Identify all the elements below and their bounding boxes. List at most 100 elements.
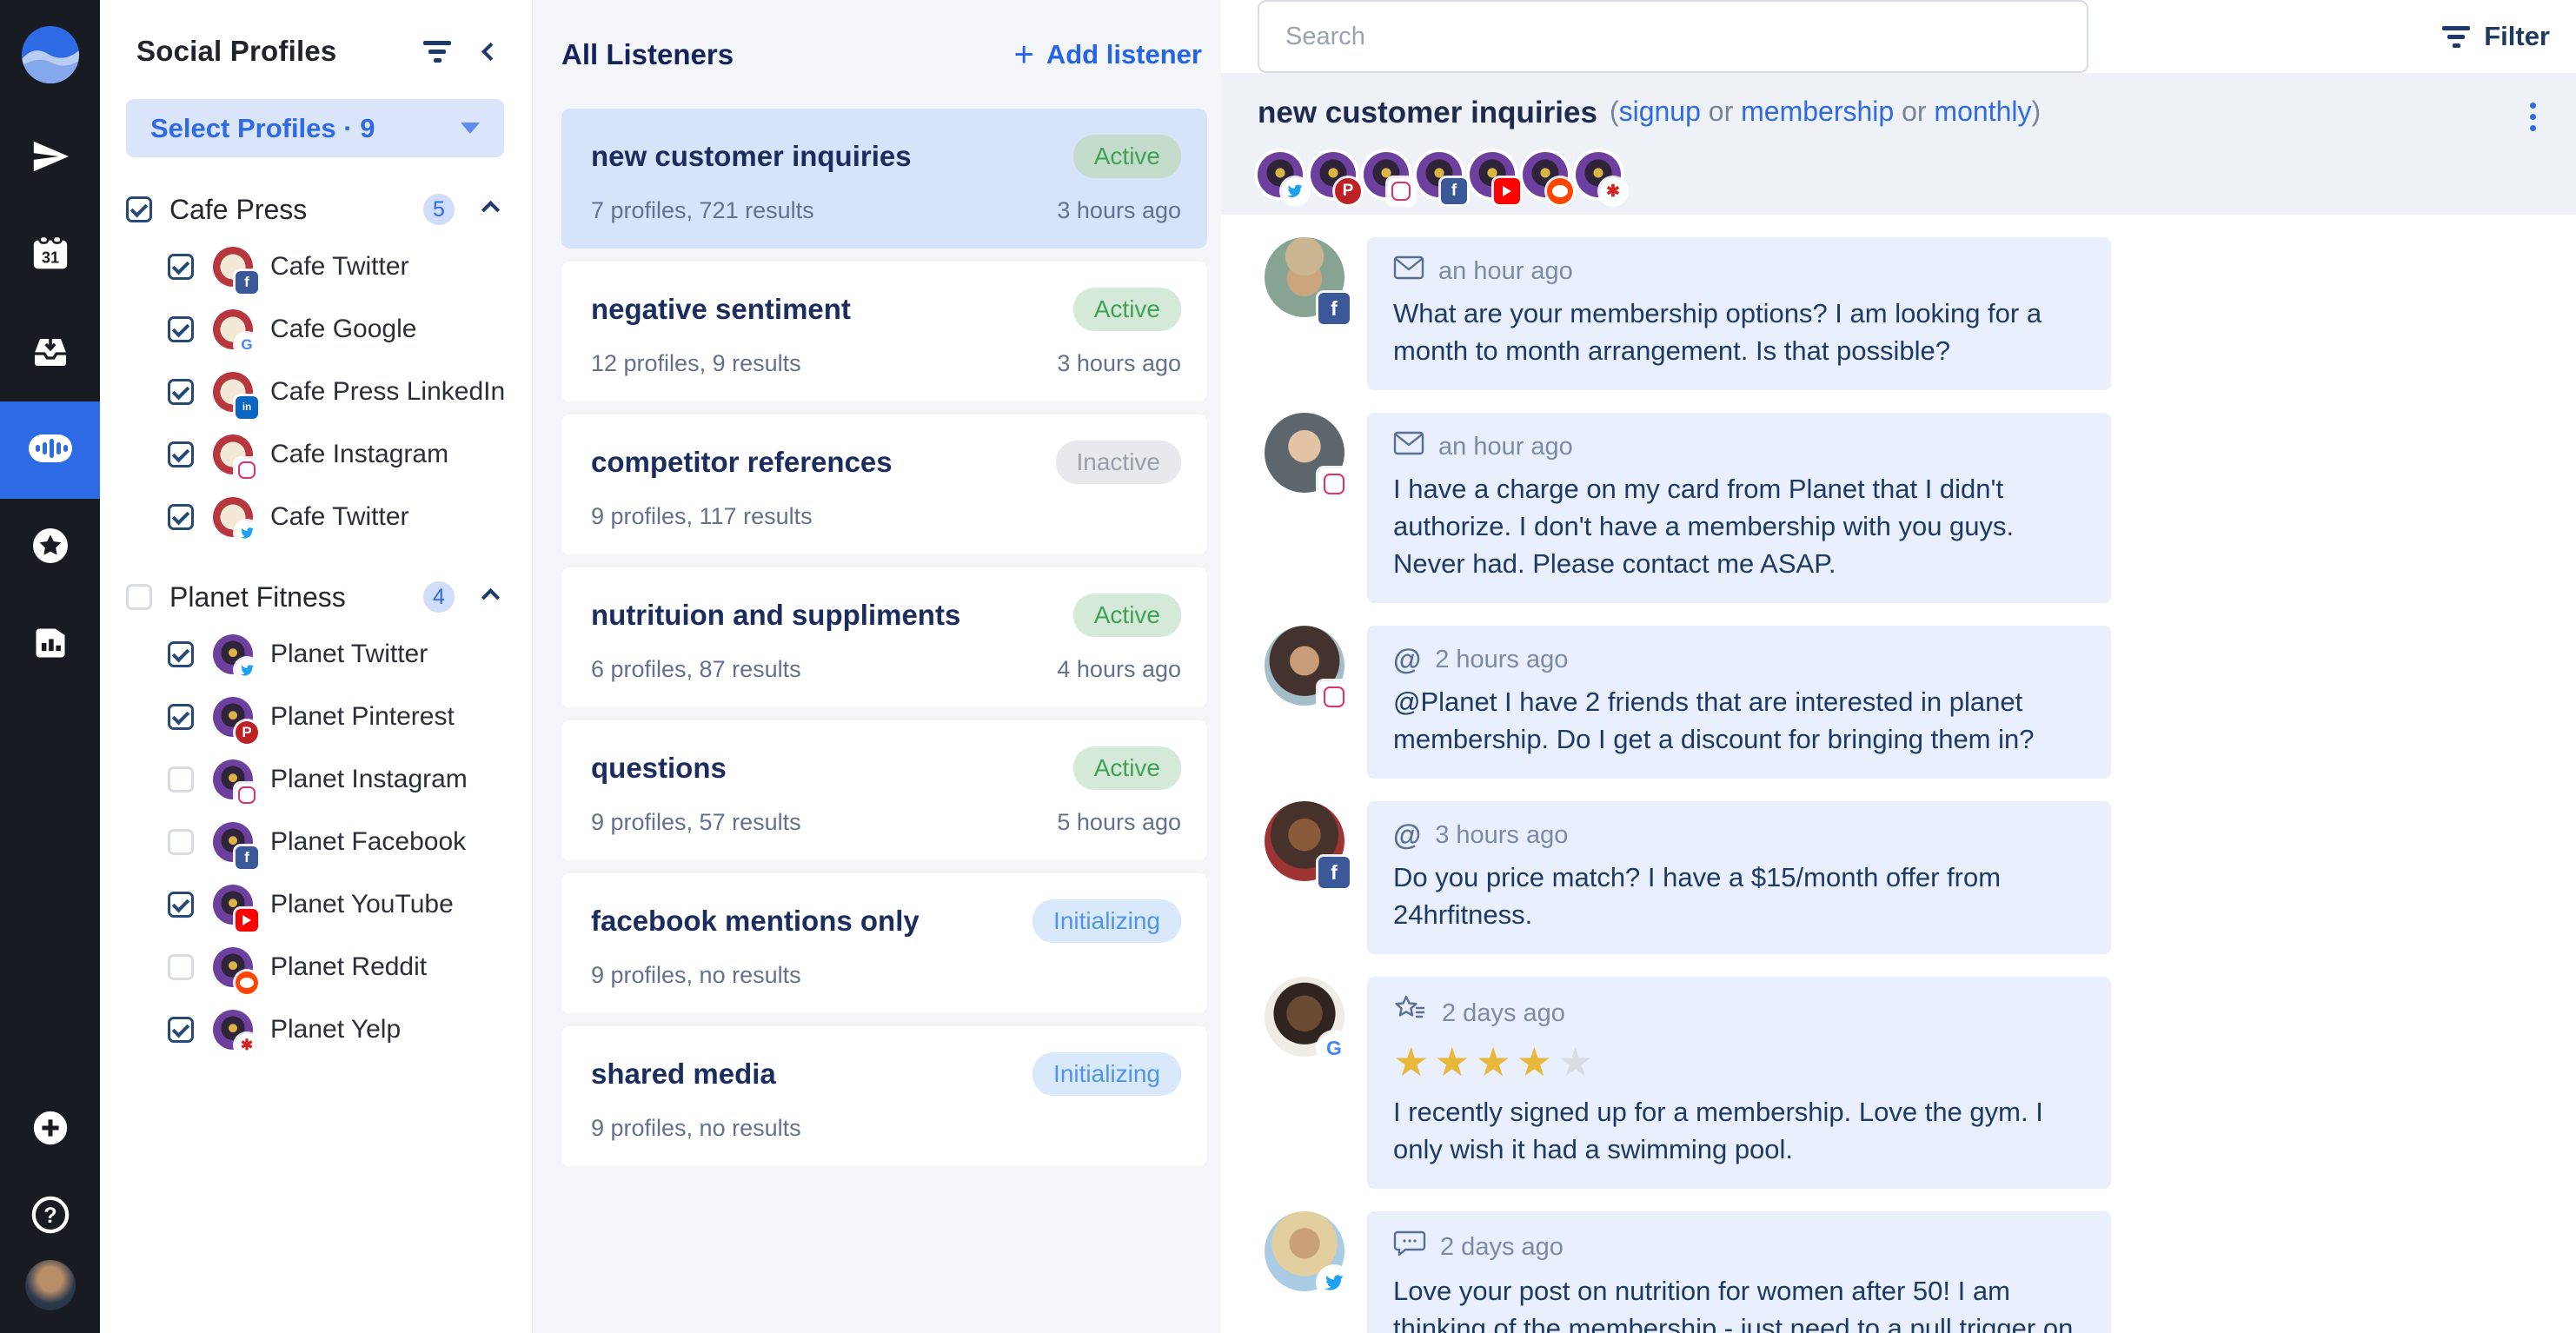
nav-inbox[interactable]: [0, 304, 100, 401]
profile-row[interactable]: Planet Instagram: [100, 748, 532, 811]
listener-card[interactable]: shared mediaInitializing9 profiles, no r…: [561, 1026, 1207, 1166]
profile-checkbox[interactable]: [168, 1017, 194, 1043]
profile-checkbox[interactable]: [168, 316, 194, 342]
select-profiles-label: Select Profiles · 9: [150, 113, 461, 144]
paper-plane-icon: [30, 136, 70, 181]
group-checkbox[interactable]: [126, 584, 152, 610]
profile-label: Planet Instagram: [270, 765, 468, 794]
profile-avatar: [213, 759, 253, 799]
group-header-planet-fitness[interactable]: Planet Fitness4: [100, 571, 532, 623]
listener-card[interactable]: questionsActive9 profiles, 57 results5 h…: [561, 720, 1207, 860]
listener-card-time: 5 hours ago: [1057, 809, 1181, 836]
message-author-avatar: [1265, 413, 1344, 493]
profile-row[interactable]: Cafe Instagram: [100, 423, 532, 486]
listener-profile-avatar[interactable]: [1470, 152, 1515, 197]
profile-avatar: [213, 885, 253, 925]
message-row[interactable]: fan hour agoWhat are your membership opt…: [1265, 237, 2576, 390]
listener-card[interactable]: new customer inquiriesActive7 profiles, …: [561, 109, 1207, 249]
reddit-badge-icon: [1547, 178, 1573, 204]
message-timestamp: 2 hours ago: [1435, 646, 1568, 674]
pinterest-badge-icon: P: [1335, 178, 1361, 204]
listener-profile-avatar[interactable]: [1364, 152, 1409, 197]
listener-profile-avatar[interactable]: [1258, 152, 1303, 197]
nav-reports[interactable]: [0, 596, 100, 693]
status-badge: Initializing: [1032, 1052, 1181, 1096]
search-input[interactable]: [1258, 0, 2088, 73]
profile-row[interactable]: Planet Reddit: [100, 936, 532, 998]
message-bubble: 2 days ago★★★★★I recently signed up for …: [1367, 977, 2111, 1189]
profile-row[interactable]: fCafe Twitter: [100, 235, 532, 298]
profile-checkbox[interactable]: [168, 766, 194, 793]
account-avatar[interactable]: [25, 1260, 76, 1310]
chevron-up-icon[interactable]: [481, 200, 500, 218]
nav-help[interactable]: ?: [0, 1173, 100, 1260]
profile-row[interactable]: Cafe Twitter: [100, 486, 532, 548]
listener-card[interactable]: negative sentimentActive12 profiles, 9 r…: [561, 262, 1207, 401]
facebook-badge-icon: f: [1318, 857, 1350, 888]
group-checkbox[interactable]: [126, 196, 152, 222]
email-type-icon: [1393, 430, 1424, 463]
listener-profile-avatar[interactable]: ✱: [1576, 152, 1621, 197]
listener-profile-avatar[interactable]: P: [1311, 152, 1356, 197]
kebab-menu-icon[interactable]: [2521, 96, 2545, 138]
profile-row[interactable]: inCafe Press LinkedIn: [100, 361, 532, 423]
profiles-filter-icon[interactable]: [423, 41, 451, 63]
profile-label: Planet Facebook: [270, 827, 466, 857]
profile-checkbox[interactable]: [168, 504, 194, 530]
message-timestamp: 2 days ago: [1442, 999, 1565, 1028]
chevron-up-icon[interactable]: [481, 587, 500, 606]
listeners-title: All Listeners: [561, 38, 1013, 71]
message-row[interactable]: f @3 hours agoDo you price match? I have …: [1265, 801, 2576, 954]
feed-filter-button[interactable]: Filter: [2442, 21, 2550, 52]
listener-card[interactable]: nutrituion and supplimentsActive6 profil…: [561, 567, 1207, 707]
nav-calendar[interactable]: 31: [0, 207, 100, 304]
profile-checkbox[interactable]: [168, 704, 194, 730]
profile-checkbox[interactable]: [168, 641, 194, 667]
nav-listening[interactable]: [0, 401, 100, 499]
message-author-avatar: G: [1265, 977, 1344, 1057]
listener-card[interactable]: competitor referencesInactive9 profiles,…: [561, 414, 1207, 554]
profile-checkbox[interactable]: [168, 254, 194, 280]
group-header-cafe-press[interactable]: Cafe Press5: [100, 183, 532, 235]
profile-checkbox[interactable]: [168, 892, 194, 918]
profile-checkbox[interactable]: [168, 379, 194, 405]
calendar-icon: 31: [30, 234, 70, 278]
profile-checkbox[interactable]: [168, 954, 194, 980]
select-profiles-dropdown[interactable]: Select Profiles · 9: [126, 99, 504, 157]
collapse-panel-icon[interactable]: [481, 42, 500, 60]
profile-row[interactable]: Planet Twitter: [100, 623, 532, 686]
profile-row[interactable]: GCafe Google: [100, 298, 532, 361]
add-listener-button[interactable]: + Add listener: [1013, 39, 1202, 70]
listener-card-title: nutrituion and suppliments: [591, 599, 1073, 632]
profile-checkbox[interactable]: [168, 441, 194, 468]
status-badge: Active: [1073, 594, 1181, 637]
profile-row[interactable]: fPlanet Facebook: [100, 811, 532, 873]
listener-card-meta: 9 profiles, 117 results: [591, 503, 1181, 530]
nav-publish[interactable]: [0, 109, 100, 207]
message-row[interactable]: @2 hours ago@Planet I have 2 friends tha…: [1265, 626, 2576, 779]
message-bubble: @3 hours agoDo you price match? I have a…: [1367, 801, 2111, 954]
message-row[interactable]: an hour agoI have a charge on my card fr…: [1265, 413, 2576, 603]
profile-label: Cafe Instagram: [270, 440, 448, 469]
listener-profile-avatar[interactable]: f: [1417, 152, 1462, 197]
reddit-badge-icon: [236, 972, 258, 994]
message-row[interactable]: 2 days agoLove your post on nutrition fo…: [1265, 1211, 2576, 1333]
listener-profile-avatar[interactable]: [1523, 152, 1568, 197]
listener-card-meta: 9 profiles, no results: [591, 962, 1181, 989]
google-badge-icon: G: [236, 334, 258, 356]
instagram-badge-icon: [1388, 178, 1414, 204]
listener-card[interactable]: facebook mentions onlyInitializing9 prof…: [561, 873, 1207, 1013]
nav-reviews[interactable]: [0, 499, 100, 596]
message-bubble: an hour agoWhat are your membership opti…: [1367, 237, 2111, 390]
filter-label: Filter: [2484, 21, 2550, 52]
message-timestamp: an hour ago: [1438, 257, 1573, 286]
message-row[interactable]: G 2 days ago★★★★★I recently signed up for…: [1265, 977, 2576, 1189]
profile-row[interactable]: ✱Planet Yelp: [100, 998, 532, 1061]
profile-row[interactable]: PPlanet Pinterest: [100, 686, 532, 748]
listener-card-title: facebook mentions only: [591, 905, 1032, 938]
add-listener-label: Add listener: [1046, 39, 1202, 70]
profile-checkbox[interactable]: [168, 829, 194, 855]
nav-add[interactable]: [0, 1086, 100, 1173]
app-logo[interactable]: [0, 0, 100, 109]
profile-row[interactable]: Planet YouTube: [100, 873, 532, 936]
